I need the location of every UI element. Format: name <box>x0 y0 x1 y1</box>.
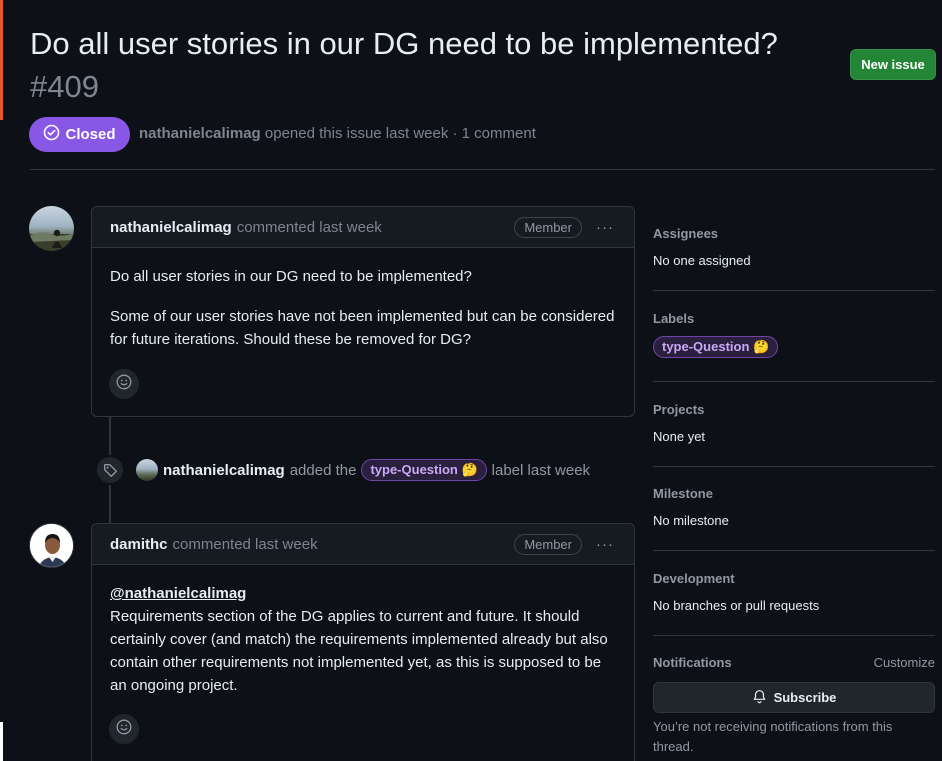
comment-author[interactable]: damithc <box>110 536 168 553</box>
development-title[interactable]: Development <box>653 571 935 586</box>
labels-section: Labels type-Question 🤔 <box>653 311 935 358</box>
issue-meta-text: opened this issue last week · 1 comment <box>264 125 536 142</box>
comment-header: nathanielcalimag commented last week Mem… <box>92 207 634 248</box>
user-mention[interactable]: @nathanielcalimag <box>110 585 246 602</box>
window-edge <box>0 722 3 761</box>
issue-title-text: Do all user stories in our DG need to be… <box>30 26 778 61</box>
status-label: Closed <box>65 126 116 143</box>
event-action: added the <box>289 461 357 479</box>
closed-check-icon <box>43 124 60 145</box>
subscribe-label: Subscribe <box>773 690 837 705</box>
comment-paragraph: @nathanielcalimag Requirements section o… <box>110 582 616 697</box>
event-suffix: label last week <box>491 461 591 479</box>
development-section: Development No branches or pull requests <box>653 571 935 613</box>
assignees-title[interactable]: Assignees <box>653 226 935 241</box>
header-divider <box>30 169 935 170</box>
assignees-section: Assignees No one assigned <box>653 226 935 268</box>
sidebar-divider <box>653 550 935 551</box>
new-issue-button[interactable]: New issue <box>850 49 936 80</box>
customize-link[interactable]: Customize <box>874 655 935 670</box>
question-label[interactable]: type-Question 🤔 <box>653 336 779 358</box>
question-label[interactable]: type-Question 🤔 <box>361 459 487 481</box>
projects-value: None yet <box>653 429 706 444</box>
comment-paragraph: Some of our user stories have not been i… <box>110 308 615 348</box>
comment-header: damithc commented last week Member ··· <box>92 524 634 565</box>
labels-title[interactable]: Labels <box>653 311 935 326</box>
sidebar-divider <box>653 466 935 467</box>
tag-icon <box>95 455 125 485</box>
comment-paragraph: Do all user stories in our DG need to be… <box>110 268 472 285</box>
avatar[interactable] <box>29 523 74 568</box>
comment-card: nathanielcalimag commented last week Mem… <box>91 206 635 417</box>
notifications-status: You’re not receiving notifications from … <box>653 719 893 754</box>
avatar[interactable] <box>136 459 158 481</box>
smiley-icon <box>116 719 132 740</box>
comment-body: Do all user stories in our DG need to be… <box>92 248 634 351</box>
comment-text: Requirements section of the DG applies t… <box>110 608 608 694</box>
milestone-value: No milestone <box>653 513 729 528</box>
issue-number: #409 <box>30 69 99 104</box>
issue-author-link[interactable]: nathanielcalimag <box>139 125 261 142</box>
milestone-section: Milestone No milestone <box>653 486 935 528</box>
projects-title[interactable]: Projects <box>653 402 935 417</box>
window-edge-accent <box>0 0 3 120</box>
status-badge: Closed <box>29 117 130 152</box>
label-event: nathanielcalimag added the type-Question… <box>136 459 590 481</box>
issue-title: Do all user stories in our DG need to be… <box>30 22 840 108</box>
add-reaction-button[interactable] <box>109 714 139 744</box>
milestone-title[interactable]: Milestone <box>653 486 935 501</box>
issue-meta: nathanielcalimag opened this issue last … <box>139 125 536 142</box>
bell-icon <box>752 689 767 707</box>
avatar[interactable] <box>29 206 74 251</box>
comment-body: @nathanielcalimag Requirements section o… <box>92 565 634 697</box>
comment-time[interactable]: commented last week <box>173 536 318 553</box>
kebab-menu-icon[interactable]: ··· <box>594 219 616 236</box>
kebab-menu-icon[interactable]: ··· <box>594 536 616 553</box>
add-reaction-button[interactable] <box>109 369 139 399</box>
sidebar-divider <box>653 290 935 291</box>
sidebar-divider <box>653 381 935 382</box>
notifications-section: Notifications Customize <box>653 655 935 670</box>
comment-card: damithc commented last week Member ··· @… <box>91 523 635 761</box>
comment-time[interactable]: commented last week <box>237 219 382 236</box>
assignees-value: No one assigned <box>653 253 751 268</box>
smiley-icon <box>116 374 132 395</box>
development-value: No branches or pull requests <box>653 598 820 613</box>
member-badge: Member <box>514 533 582 555</box>
member-badge: Member <box>514 216 582 238</box>
event-author[interactable]: nathanielcalimag <box>163 462 285 479</box>
comment-author[interactable]: nathanielcalimag <box>110 219 232 236</box>
sidebar-divider <box>653 635 935 636</box>
subscribe-button[interactable]: Subscribe <box>653 682 935 713</box>
projects-section: Projects None yet <box>653 402 935 444</box>
